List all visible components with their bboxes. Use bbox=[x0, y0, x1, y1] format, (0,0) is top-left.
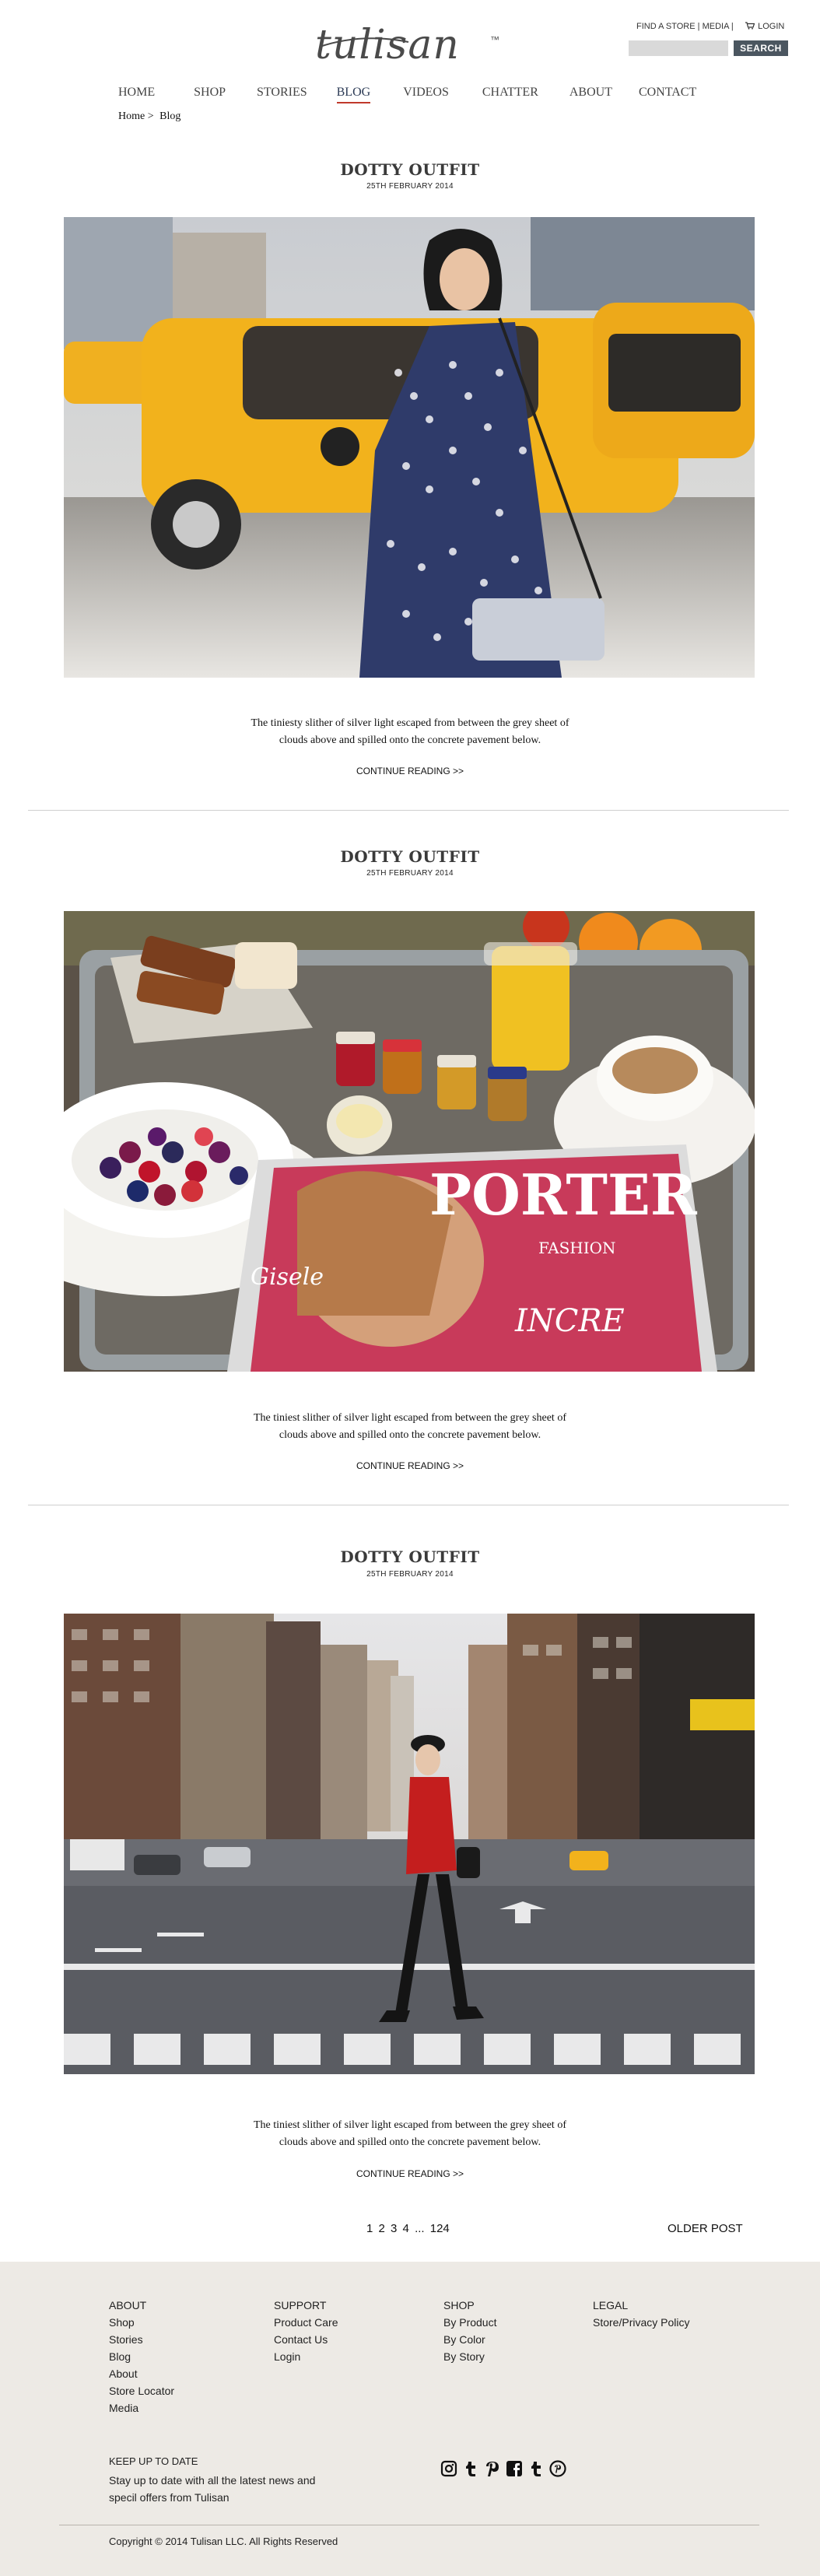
newsletter-line: Stay up to date with all the latest news… bbox=[109, 2474, 316, 2487]
nav-contact[interactable]: CONTACT bbox=[639, 86, 696, 100]
facebook-icon[interactable] bbox=[506, 2460, 523, 2477]
footer-col-legal: LEGAL Store/Privacy Policy bbox=[593, 2297, 689, 2331]
page-ellipsis: ... bbox=[415, 2222, 425, 2235]
nav-blog[interactable]: BLOG bbox=[336, 86, 370, 103]
pagination: 1 2 3 4 ... 124 bbox=[366, 2222, 452, 2235]
taxi-street-photo bbox=[64, 217, 755, 678]
footer-heading: ABOUT bbox=[109, 2299, 147, 2311]
footer-link[interactable]: Store/Privacy Policy bbox=[593, 2314, 689, 2331]
find-store-link[interactable]: FIND A STORE bbox=[636, 22, 696, 31]
footer-link[interactable]: Blog bbox=[109, 2348, 174, 2365]
pinterest-icon[interactable] bbox=[484, 2460, 501, 2477]
footer-link[interactable]: About bbox=[109, 2365, 174, 2382]
post-excerpt: The tiniest slither of silver light esca… bbox=[0, 2117, 820, 2151]
media-link[interactable]: MEDIA bbox=[703, 22, 729, 31]
footer-link[interactable]: Media bbox=[109, 2399, 174, 2417]
excerpt-line: clouds above and spilled onto the concre… bbox=[279, 2136, 541, 2148]
crosswalk-street-photo bbox=[64, 1614, 755, 2074]
footer-col-about: ABOUT Shop Stories Blog About Store Loca… bbox=[109, 2297, 174, 2417]
excerpt-line: The tiniest slither of silver light esca… bbox=[254, 1412, 566, 1424]
search-button[interactable]: SEARCH bbox=[734, 40, 788, 56]
excerpt-line: The tiniest slither of silver light esca… bbox=[254, 2119, 566, 2131]
page-link[interactable]: 2 bbox=[379, 2222, 385, 2235]
page-link-last[interactable]: 124 bbox=[430, 2222, 450, 2235]
footer-link[interactable]: Shop bbox=[109, 2314, 174, 2331]
post-date: 25TH FEBRUARY 2014 bbox=[366, 1570, 454, 1579]
footer-link[interactable]: By Color bbox=[443, 2331, 496, 2348]
nav-videos[interactable]: VIDEOS bbox=[403, 86, 449, 100]
excerpt-line: clouds above and spilled onto the concre… bbox=[279, 734, 541, 746]
social-links bbox=[440, 2460, 566, 2477]
nav-chatter[interactable]: CHATTER bbox=[482, 86, 538, 100]
footer-col-support: SUPPORT Product Care Contact Us Login bbox=[274, 2297, 338, 2365]
footer-link[interactable]: Product Care bbox=[274, 2314, 338, 2331]
copyright-text: Copyright © 2014 Tulisan LLC. All Rights… bbox=[109, 2536, 338, 2547]
instagram-icon[interactable] bbox=[440, 2460, 457, 2477]
continue-reading-link[interactable]: CONTINUE READING >> bbox=[0, 1460, 820, 1471]
newsletter-heading: KEEP UP TO DATE bbox=[109, 2455, 198, 2467]
footer-link[interactable]: Stories bbox=[109, 2331, 174, 2348]
nav-home[interactable]: HOME bbox=[118, 86, 155, 100]
continue-reading-link[interactable]: CONTINUE READING >> bbox=[0, 2168, 820, 2179]
footer-link[interactable]: Store Locator bbox=[109, 2382, 174, 2399]
nav-shop[interactable]: SHOP bbox=[194, 86, 226, 100]
breakfast-tray-photo: PORTER FASHION INCRE Gisele bbox=[64, 911, 755, 1372]
post-image-taxi[interactable] bbox=[64, 217, 755, 678]
site-footer: ABOUT Shop Stories Blog About Store Loca… bbox=[0, 2262, 820, 2576]
main-nav: HOME SHOP STORIES BLOG VIDEOS CHATTER AB… bbox=[118, 86, 696, 103]
post-excerpt: The tiniesty slither of silver light esc… bbox=[0, 715, 820, 749]
excerpt-line: The tiniesty slither of silver light esc… bbox=[251, 717, 569, 729]
cart-icon[interactable] bbox=[745, 22, 755, 30]
footer-link[interactable]: By Product bbox=[443, 2314, 496, 2331]
footer-link[interactable]: By Story bbox=[443, 2348, 496, 2365]
footer-heading: SHOP bbox=[443, 2299, 475, 2311]
excerpt-line: clouds above and spilled onto the concre… bbox=[279, 1429, 541, 1441]
util-separator: | bbox=[731, 22, 743, 31]
breadcrumb-current: Blog bbox=[159, 110, 181, 122]
search-input[interactable] bbox=[629, 40, 728, 56]
tumblr-icon[interactable] bbox=[462, 2460, 479, 2477]
logo-swash-graphic bbox=[319, 37, 409, 47]
post-image-breakfast[interactable]: PORTER FASHION INCRE Gisele bbox=[64, 911, 755, 1372]
post-excerpt: The tiniest slither of silver light esca… bbox=[0, 1410, 820, 1444]
pinterest-alt-icon[interactable] bbox=[549, 2460, 566, 2477]
page-link[interactable]: 1 bbox=[366, 2222, 373, 2235]
post-date: 25TH FEBRUARY 2014 bbox=[366, 182, 454, 191]
breadcrumb: Home > Blog bbox=[118, 110, 180, 123]
post-divider bbox=[28, 810, 789, 811]
svg-text:PORTER: PORTER bbox=[429, 1162, 698, 1228]
nav-stories[interactable]: STORIES bbox=[257, 86, 307, 100]
svg-text:INCRE: INCRE bbox=[514, 1303, 625, 1339]
breadcrumb-home[interactable]: Home > bbox=[118, 110, 154, 122]
newsletter-line: specil offers from Tulisan bbox=[109, 2491, 230, 2504]
footer-link[interactable]: Login bbox=[274, 2348, 338, 2365]
trademark-mark: ™ bbox=[490, 34, 499, 45]
footer-col-shop: SHOP By Product By Color By Story bbox=[443, 2297, 496, 2365]
newsletter-text: Stay up to date with all the latest news… bbox=[109, 2472, 342, 2506]
svg-text:FASHION: FASHION bbox=[538, 1239, 616, 1257]
site-header: tulisan ™ FIND A STORE | MEDIA | LOGIN S… bbox=[0, 0, 820, 156]
nav-about[interactable]: ABOUT bbox=[569, 86, 612, 100]
post-title[interactable]: DOTTY OUTFIT bbox=[0, 847, 820, 866]
continue-reading-link[interactable]: CONTINUE READING >> bbox=[0, 766, 820, 776]
login-link[interactable]: LOGIN bbox=[758, 22, 784, 31]
post-image-crosswalk[interactable] bbox=[64, 1614, 755, 2074]
footer-heading: LEGAL bbox=[593, 2299, 629, 2311]
utility-links: FIND A STORE | MEDIA | LOGIN bbox=[636, 22, 784, 31]
post-title[interactable]: DOTTY OUTFIT bbox=[0, 1547, 820, 1566]
older-post-link[interactable]: OLDER POST bbox=[668, 2222, 743, 2235]
post-title[interactable]: DOTTY OUTFIT bbox=[0, 160, 820, 179]
svg-text:Gisele: Gisele bbox=[251, 1263, 324, 1291]
page-link[interactable]: 4 bbox=[403, 2222, 409, 2235]
footer-heading: SUPPORT bbox=[274, 2299, 327, 2311]
tumblr-alt-icon[interactable] bbox=[527, 2460, 545, 2477]
post-date: 25TH FEBRUARY 2014 bbox=[366, 869, 454, 878]
brand-logo[interactable]: tulisan ™ bbox=[315, 22, 508, 68]
page-link[interactable]: 3 bbox=[391, 2222, 397, 2235]
footer-link[interactable]: Contact Us bbox=[274, 2331, 338, 2348]
